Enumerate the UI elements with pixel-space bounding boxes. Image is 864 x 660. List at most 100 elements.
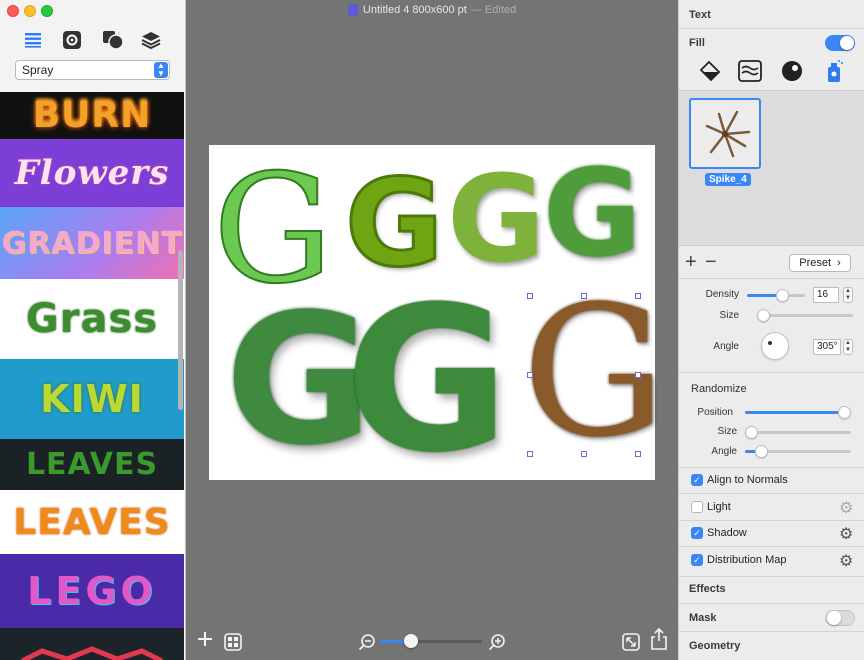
zoom-slider-knob[interactable] xyxy=(403,634,418,648)
divider xyxy=(679,278,864,279)
preset-tile[interactable]: LEAVES xyxy=(0,490,184,554)
preset-button-label: Preset xyxy=(799,257,832,269)
preset-tile-label: LEAVES xyxy=(25,447,159,482)
glyph-g-leaf[interactable]: G xyxy=(447,161,546,281)
selection-handle[interactable] xyxy=(581,451,587,457)
preset-tile-label: BURN xyxy=(32,95,152,136)
preset-tile-label: LEAVES xyxy=(13,501,171,543)
density-field[interactable]: 16 xyxy=(813,287,839,303)
preset-tile[interactable]: GRADIENT xyxy=(0,207,184,279)
size-slider[interactable] xyxy=(757,309,853,322)
zoom-slider[interactable] xyxy=(380,634,482,648)
shadow-settings-gear-icon[interactable]: ⚙ xyxy=(839,524,853,544)
glyph-g-bush[interactable]: G xyxy=(543,155,642,275)
canvas-area: Untitled 4 800x600 pt — Edited G G G G G… xyxy=(186,0,678,660)
artboard[interactable]: G G G G G G G xyxy=(209,145,666,481)
density-stepper[interactable]: ▲ ▼ xyxy=(843,287,853,303)
rand-angle-slider[interactable] xyxy=(745,445,851,458)
grid-view-icon[interactable] xyxy=(224,633,242,654)
settings-icon[interactable] xyxy=(60,28,84,52)
rand-size-slider[interactable] xyxy=(745,426,851,439)
fill-toggle[interactable] xyxy=(825,35,855,51)
angle-stepper[interactable]: ▲ ▼ xyxy=(843,339,853,355)
preset-tile-art xyxy=(20,646,164,660)
document-title: Untitled 4 800x600 pt xyxy=(362,4,467,16)
brush-gallery[interactable]: Spike_4 xyxy=(679,90,864,246)
close-window-button[interactable] xyxy=(7,5,19,17)
preset-tile[interactable]: LEAVES xyxy=(0,439,184,490)
checkmark-icon: ✓ xyxy=(691,527,703,539)
sphere-icon[interactable] xyxy=(779,58,805,84)
mask-toggle[interactable] xyxy=(825,610,855,626)
divider xyxy=(679,467,864,468)
zoom-in-icon[interactable] xyxy=(488,633,506,654)
text-section-header[interactable]: Text xyxy=(689,9,711,21)
list-icon[interactable] xyxy=(21,28,45,52)
divider xyxy=(679,631,864,632)
chevron-updown-icon: ▲ ▼ xyxy=(154,62,168,78)
paint-bucket-icon[interactable] xyxy=(697,58,723,84)
add-icon[interactable] xyxy=(196,630,214,651)
category-select[interactable]: Spray ▲ ▼ xyxy=(15,60,170,80)
density-slider[interactable] xyxy=(747,289,805,302)
chevron-right-icon: › xyxy=(837,257,841,269)
preset-tile[interactable]: BURN xyxy=(0,92,184,139)
preset-list[interactable]: BURN Flowers GRADIENT Grass KIWI LEAVES … xyxy=(0,92,184,660)
preset-tile[interactable]: Grass xyxy=(0,279,184,359)
spray-can-icon[interactable] xyxy=(821,58,847,84)
preset-tile-label: LEGO xyxy=(27,569,157,613)
angle-label: Angle xyxy=(713,341,739,352)
mask-section-header[interactable]: Mask xyxy=(689,612,717,624)
inspector-panel: Text Fill Spike_4 + − Preset › Density 1… xyxy=(678,0,864,660)
angle-dial-indicator xyxy=(768,341,772,345)
remove-brush-button[interactable]: − xyxy=(705,252,717,272)
zoom-out-icon[interactable] xyxy=(358,633,376,654)
preset-tile-label: Grass xyxy=(25,296,159,342)
preset-tile[interactable]: KIWI xyxy=(0,359,184,439)
align-normals-checkbox[interactable]: ✓ Align to Normals xyxy=(691,474,788,486)
selection-handle[interactable] xyxy=(635,372,641,378)
distribution-map-checkbox[interactable]: ✓ Distribution Map xyxy=(691,554,786,566)
distribution-map-label: Distribution Map xyxy=(707,554,787,566)
angle-dial[interactable] xyxy=(761,332,789,360)
selection-handle[interactable] xyxy=(527,372,533,378)
checkmark-icon: ✓ xyxy=(691,554,703,566)
fill-label: Fill xyxy=(689,37,705,49)
minimize-window-button[interactable] xyxy=(24,5,36,17)
selection-handle[interactable] xyxy=(527,451,533,457)
fit-to-window-icon[interactable] xyxy=(622,633,640,654)
share-icon[interactable] xyxy=(650,627,668,653)
layers-icon[interactable] xyxy=(139,28,163,52)
divider xyxy=(679,546,864,547)
shapes-icon[interactable] xyxy=(101,28,125,52)
add-brush-button[interactable]: + xyxy=(685,252,697,272)
category-select-value: Spray xyxy=(22,63,54,77)
preset-tile[interactable]: Flowers xyxy=(0,139,184,207)
preset-button[interactable]: Preset › xyxy=(789,254,851,272)
zoom-window-button[interactable] xyxy=(41,5,53,17)
divider xyxy=(679,28,864,29)
divider xyxy=(679,493,864,494)
glyph-g-turf[interactable]: G xyxy=(345,281,509,481)
light-label: Light xyxy=(707,501,731,513)
glyph-g-spike[interactable]: G xyxy=(522,283,666,463)
light-settings-gear-icon: ⚙ xyxy=(839,500,854,517)
selection-handle[interactable] xyxy=(581,293,587,299)
light-checkbox[interactable]: Light xyxy=(691,501,731,513)
selection-handle[interactable] xyxy=(527,293,533,299)
selection-handle[interactable] xyxy=(635,451,641,457)
brush-name: Spike_4 xyxy=(705,173,751,186)
shadow-checkbox[interactable]: ✓ Shadow xyxy=(691,527,747,539)
preset-tile[interactable] xyxy=(0,628,184,660)
sidebar-scrollbar[interactable] xyxy=(178,250,183,410)
brush-thumbnail[interactable] xyxy=(689,98,761,169)
geometry-section-header[interactable]: Geometry xyxy=(689,640,740,652)
preset-tile[interactable]: LEGO xyxy=(0,554,184,628)
wave-icon[interactable] xyxy=(737,58,763,84)
density-label: Density xyxy=(705,289,739,300)
effects-section-header[interactable]: Effects xyxy=(689,583,726,595)
selection-handle[interactable] xyxy=(635,293,641,299)
distribution-map-gear-icon[interactable]: ⚙ xyxy=(839,551,853,571)
angle-field[interactable]: 305° xyxy=(813,339,841,355)
rand-position-slider[interactable] xyxy=(745,406,851,419)
